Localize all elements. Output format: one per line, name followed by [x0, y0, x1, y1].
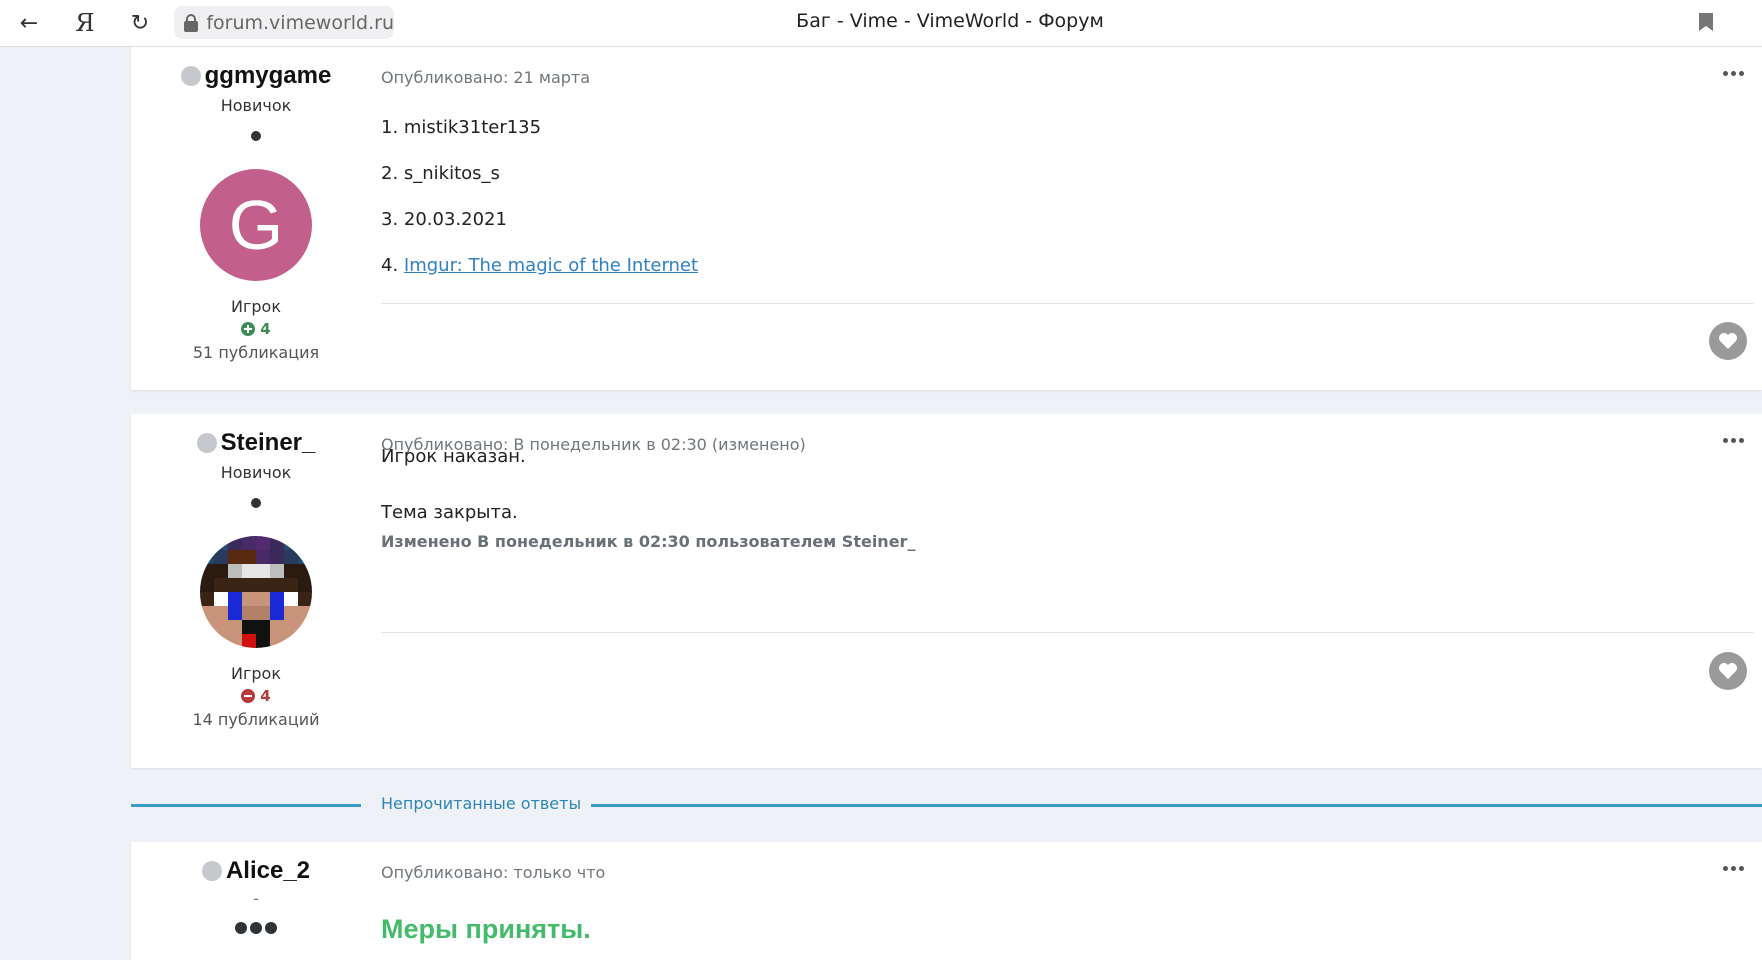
post-message: Меры приняты. — [381, 914, 591, 944]
post-date[interactable]: Опубликовано: 21 марта — [381, 68, 590, 87]
avatar[interactable]: G — [200, 169, 312, 281]
rank-pip-icon — [251, 498, 261, 508]
user-group: Игрок — [231, 297, 281, 316]
post-line: 2. s_nikitos_s — [381, 163, 500, 184]
unread-label: Непрочитанные ответы — [381, 794, 582, 813]
post-body: 1. mistik31ter135 2. s_nikitos_s 3. 20.0… — [381, 117, 698, 301]
offline-status-icon — [201, 861, 222, 881]
offline-status-icon — [196, 433, 217, 453]
avatar[interactable] — [200, 536, 312, 648]
reputation-badge: 4 — [131, 687, 381, 705]
author-title: Новичок — [220, 463, 292, 482]
more-options-icon[interactable] — [1723, 866, 1744, 871]
edit-note: Изменено В понедельник в 02:30 пользоват… — [381, 532, 916, 551]
offline-status-icon — [180, 66, 201, 86]
author-title: Новичок — [220, 96, 292, 115]
reputation-value: 4 — [260, 320, 271, 338]
imgur-link[interactable]: Imgur: The magic of the Internet — [404, 255, 698, 276]
page-title: Баг - Vime - VimeWorld - Форум — [796, 10, 1104, 32]
reputation-value: 4 — [260, 687, 271, 705]
author-panel: Steiner_ Новичок Игрок 4 14 публикаций — [131, 414, 381, 729]
author-title: - — [253, 889, 259, 908]
like-button[interactable] — [1709, 322, 1747, 360]
separator-line — [591, 804, 1762, 807]
pixel-avatar-image — [200, 536, 312, 648]
post-line: 3. 20.03.2021 — [381, 209, 507, 230]
rank-pip-icon — [251, 131, 261, 141]
heart-icon — [1718, 662, 1738, 680]
avatar-letter: G — [228, 186, 284, 264]
post-line: Игрок наказан. — [381, 446, 526, 467]
post-divider — [381, 632, 1754, 633]
reputation-plus-icon — [241, 322, 256, 336]
post-body: Игрок наказан. Тема закрыта. Изменено В … — [381, 446, 915, 551]
author-name[interactable]: Alice_2 — [226, 857, 310, 885]
post-line: 4. Imgur: The magic of the Internet — [381, 255, 698, 277]
post-line-prefix: 4. — [381, 255, 404, 276]
like-button[interactable] — [1709, 652, 1747, 690]
post-date[interactable]: Опубликовано: только что — [381, 863, 605, 882]
author-name[interactable]: Steiner_ — [221, 429, 316, 457]
browser-toolbar: ← Я ↻ forum.vimeworld.ru Баг - Vime - Vi… — [0, 0, 1762, 47]
rank-pips-icon — [131, 922, 381, 934]
separator-line — [131, 804, 361, 807]
unread-replies-separator: Непрочитанные ответы — [131, 788, 1762, 822]
post-line: Тема закрыта. — [381, 502, 518, 523]
heart-icon — [1718, 332, 1738, 350]
author-panel: Alice_2 - — [131, 842, 381, 934]
forum-post: ggmygame Новичок G Игрок 4 51 публикация… — [131, 47, 1762, 390]
reputation-badge: 4 — [131, 320, 381, 338]
post-count: 51 публикация — [192, 343, 320, 362]
more-options-icon[interactable] — [1723, 438, 1744, 443]
author-name[interactable]: ggmygame — [205, 62, 332, 90]
more-options-icon[interactable] — [1723, 71, 1744, 76]
post-line: 1. mistik31ter135 — [381, 117, 542, 138]
post-count: 14 публикаций — [192, 710, 320, 729]
author-panel: ggmygame Новичок G Игрок 4 51 публикация — [131, 47, 381, 362]
forum-post: Alice_2 - Опубликовано: только что Меры … — [131, 842, 1762, 960]
forum-post: Steiner_ Новичок Игрок 4 14 публикаций О… — [131, 414, 1762, 768]
post-divider — [381, 303, 1754, 304]
reputation-minus-icon — [241, 689, 256, 703]
user-group: Игрок — [231, 664, 281, 683]
